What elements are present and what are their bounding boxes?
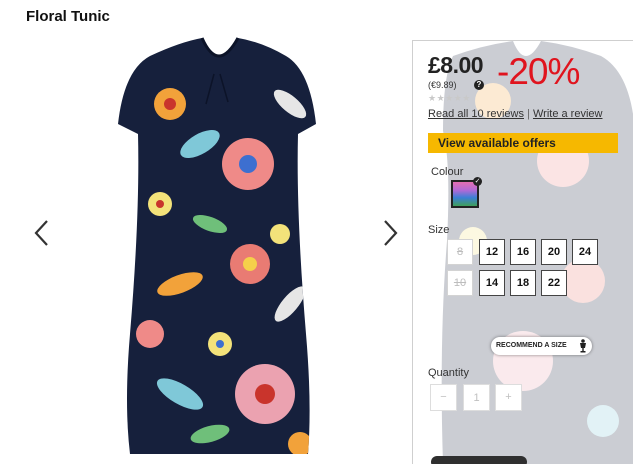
reviews-separator: | <box>527 108 530 120</box>
product-image-gallery <box>28 30 410 463</box>
colour-label: Colour <box>431 166 464 178</box>
view-offers-button[interactable]: View available offers <box>428 133 618 153</box>
question-icon[interactable]: ? <box>474 80 484 90</box>
size-option[interactable]: 22 <box>541 270 567 296</box>
read-reviews-link[interactable]: Read all 10 reviews <box>428 108 524 120</box>
product-image[interactable] <box>90 34 345 463</box>
mannequin-icon <box>580 339 586 353</box>
size-option: 8 <box>447 239 473 265</box>
size-label: Size <box>428 224 450 236</box>
recommend-size-button[interactable]: RECOMMEND A SIZE <box>491 337 592 355</box>
quantity-decrease-button[interactable]: − <box>430 384 457 411</box>
size-option[interactable]: 16 <box>510 239 536 265</box>
product-title: Floral Tunic <box>26 8 110 25</box>
quantity-label: Quantity <box>428 367 469 379</box>
chevron-right-icon <box>384 220 398 246</box>
size-option[interactable]: 20 <box>541 239 567 265</box>
product-price: £8.00 <box>428 52 484 78</box>
write-review-link[interactable]: Write a review <box>533 108 602 120</box>
check-icon: ✓ <box>473 177 482 186</box>
size-option[interactable]: 24 <box>572 239 598 265</box>
star-rating: ★★★★★ <box>428 93 471 103</box>
euro-price: (€9.89) <box>428 80 457 90</box>
size-option[interactable]: 18 <box>510 270 536 296</box>
size-option: 10 <box>447 270 473 296</box>
recommend-size-label: RECOMMEND A SIZE <box>496 342 567 349</box>
chevron-left-icon <box>34 220 48 246</box>
reviews-links: Read all 10 reviews | Write a review <box>428 108 602 120</box>
quantity-input[interactable] <box>463 384 490 411</box>
quantity-increase-button[interactable]: + <box>495 384 522 411</box>
product-purchase-panel: £8.00 -20% (€9.89) ? ★★★★★ Read all 10 r… <box>412 40 633 464</box>
size-option[interactable]: 12 <box>479 239 505 265</box>
next-image-arrow[interactable] <box>378 218 402 248</box>
previous-image-arrow[interactable] <box>30 218 54 248</box>
discount-badge: -20% <box>497 51 580 92</box>
size-option[interactable]: 14 <box>479 270 505 296</box>
